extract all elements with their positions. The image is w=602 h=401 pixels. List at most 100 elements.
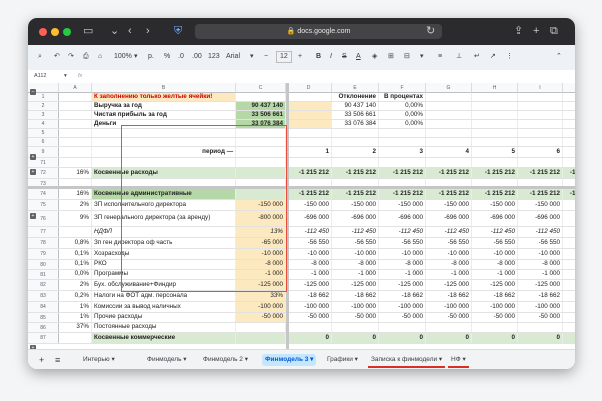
cell-g87[interactable]: 0 [426, 333, 472, 343]
cell-d5[interactable] [286, 129, 332, 137]
cell-i6[interactable] [518, 138, 563, 146]
cell-a4[interactable] [59, 120, 92, 128]
cell-e71[interactable] [332, 158, 379, 167]
cell-j74[interactable]: -1 215 212 [563, 189, 575, 199]
cell-f1[interactable]: В процентах [379, 93, 426, 101]
cell-h74[interactable]: -1 215 212 [472, 189, 518, 199]
cell-d1[interactable] [286, 93, 332, 101]
cell-j80[interactable]: -8 000 [563, 260, 575, 269]
cell-d4[interactable] [286, 120, 332, 128]
cell-f71[interactable] [379, 158, 426, 167]
chevron-down-icon[interactable]: ▾ [250, 52, 254, 62]
cell-d78[interactable]: -56 550 [286, 238, 332, 248]
cell-a75[interactable]: 2% [59, 200, 92, 210]
row-number[interactable]: 85 [28, 313, 59, 322]
row-group-toggle-icon[interactable]: + [30, 154, 36, 160]
cell-e83[interactable]: -18 662 [332, 291, 379, 301]
forward-icon[interactable]: › [146, 24, 150, 38]
address-bar[interactable]: 🔒 docs.google.com [195, 24, 442, 39]
cell-a78[interactable]: 0,8% [59, 238, 92, 248]
cell-a3[interactable] [59, 111, 92, 119]
cell-f83[interactable]: -18 662 [379, 291, 426, 301]
cell-i79[interactable]: -10 000 [518, 249, 563, 259]
tab-overview-icon[interactable]: ⧉ [550, 24, 558, 38]
cell-e75[interactable]: -150 000 [332, 200, 379, 210]
cell-f3[interactable]: 0,00% [379, 111, 426, 119]
cell-i82[interactable]: -125 000 [518, 280, 563, 290]
cell-h83[interactable]: -18 662 [472, 291, 518, 301]
cell-i76[interactable]: -696 000 [518, 211, 563, 226]
font-size-decrease-button[interactable]: − [264, 52, 268, 62]
sheet-tab[interactable]: Графики ▾ [324, 354, 361, 366]
column-header-a[interactable]: A [59, 83, 92, 93]
cell-b78[interactable]: Зп ген директора оф часть [92, 238, 236, 248]
row-number[interactable]: 79 [28, 249, 59, 259]
cell-c1[interactable] [236, 93, 286, 101]
cell-i2[interactable] [518, 102, 563, 110]
zoom-select[interactable]: 100% [114, 52, 132, 62]
cell-h82[interactable]: -125 000 [472, 280, 518, 290]
cell-d86[interactable] [286, 323, 332, 332]
cell-e77[interactable]: -112 450 [332, 227, 379, 237]
cell-h75[interactable]: -150 000 [472, 200, 518, 210]
vertical-align-icon[interactable]: ⊥ [456, 52, 462, 62]
chevron-down-icon[interactable]: ▾ [420, 52, 424, 62]
font-size-increase-button[interactable]: + [298, 52, 302, 62]
cell-a80[interactable]: 0,1% [59, 260, 92, 269]
row-number[interactable]: 83 [28, 291, 59, 301]
search-icon[interactable]: ⌕ [38, 52, 42, 62]
row-group-toggle-icon[interactable]: + [30, 213, 36, 219]
row-number[interactable]: 81 [28, 270, 59, 279]
cell-e79[interactable]: -10 000 [332, 249, 379, 259]
name-box[interactable]: A112 [34, 73, 46, 79]
cell-d80[interactable]: -8 000 [286, 260, 332, 269]
row-number[interactable]: 3 [28, 111, 59, 119]
cell-j87[interactable]: 0 [563, 333, 575, 343]
cell-b1[interactable]: К заполнению только желтые ячейки! [92, 93, 236, 101]
cell-h4[interactable] [472, 120, 518, 128]
close-button[interactable] [39, 28, 47, 36]
cell-e5[interactable] [332, 129, 379, 137]
cell-j76[interactable]: -696 000 [563, 211, 575, 226]
cell-g9[interactable]: 4 [426, 147, 472, 157]
currency-format-button[interactable]: р. [148, 52, 154, 62]
cell-e76[interactable]: -696 000 [332, 211, 379, 226]
cell-f75[interactable]: -150 000 [379, 200, 426, 210]
column-header-i[interactable]: I [518, 83, 563, 93]
cell-d72[interactable]: -1 215 212 [286, 168, 332, 178]
cell-c77[interactable]: 13% [236, 227, 286, 237]
cell-j77[interactable]: -112 450 [563, 227, 575, 237]
minimize-button[interactable] [51, 28, 59, 36]
cell-h71[interactable] [472, 158, 518, 167]
number-format-button[interactable]: 123 [208, 52, 220, 62]
row-number[interactable]: 6 [28, 138, 59, 146]
cell-i85[interactable]: -50 000 [518, 313, 563, 322]
add-sheet-icon[interactable]: + [36, 354, 47, 366]
fill-color-icon[interactable]: ◈ [372, 52, 377, 62]
cell-d87[interactable]: 0 [286, 333, 332, 343]
sheet-tab[interactable]: Финмодель 3 ▾ [262, 354, 317, 366]
row-number[interactable]: 5 [28, 129, 59, 137]
cell-e85[interactable]: -50 000 [332, 313, 379, 322]
cell-c75[interactable]: -150 000 [236, 200, 286, 210]
cell-i71[interactable] [518, 158, 563, 167]
cell-f77[interactable]: -112 450 [379, 227, 426, 237]
cell-a77[interactable] [59, 227, 92, 237]
cell-b82[interactable]: Бух. обслуживание+Финдир [92, 280, 236, 290]
cell-d6[interactable] [286, 138, 332, 146]
cell-e4[interactable]: 33 076 384 [332, 120, 379, 128]
cell-b85[interactable]: Прочие расходы [92, 313, 236, 322]
cell-c2[interactable]: 90 437 140 [236, 102, 286, 110]
row-number[interactable]: 84 [28, 302, 59, 312]
cell-d83[interactable]: -18 662 [286, 291, 332, 301]
cell-g72[interactable]: -1 215 212 [426, 168, 472, 178]
cell-a84[interactable]: 1% [59, 302, 92, 312]
shield-icon[interactable]: ⛨ [174, 24, 182, 38]
row-group-toggle-icon[interactable]: + [30, 169, 36, 175]
column-header-h[interactable]: H [472, 83, 518, 93]
cell-f86[interactable] [379, 323, 426, 332]
cell-d9[interactable]: 1 [286, 147, 332, 157]
cell-c76[interactable]: -800 000 [236, 211, 286, 226]
cell-b71[interactable] [92, 158, 236, 167]
chevron-down-icon[interactable]: ▾ [353, 356, 358, 363]
